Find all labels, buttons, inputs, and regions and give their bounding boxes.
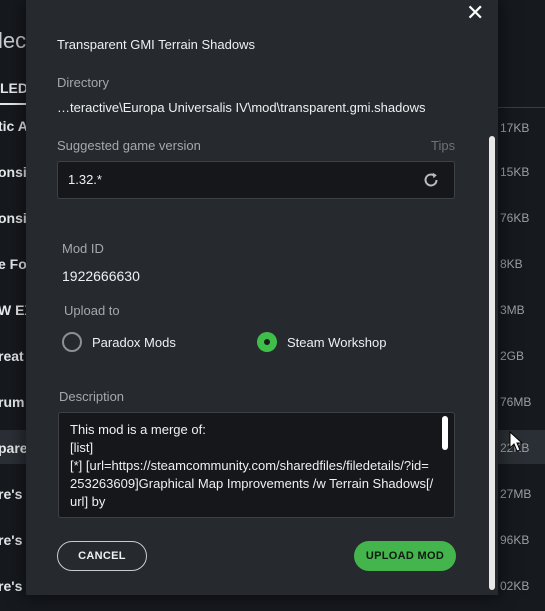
radio-paradox-mods-label[interactable]: Paradox Mods xyxy=(92,335,176,350)
background-row-name[interactable]: tic A xyxy=(0,118,28,134)
directory-value: …teractive\Europa Universalis IV\mod\tra… xyxy=(57,100,426,115)
background-row-name[interactable]: re's xyxy=(0,578,22,594)
background-row-size: 8KB xyxy=(500,257,523,271)
description-scrollbar[interactable] xyxy=(442,416,448,450)
background-row-name[interactable]: reat xyxy=(0,348,24,364)
background-divider xyxy=(498,107,545,108)
radio-steam-workshop-label[interactable]: Steam Workshop xyxy=(287,335,386,350)
background-row-size: 17KB xyxy=(500,121,530,135)
radio-steam-workshop[interactable] xyxy=(257,332,277,352)
reset-icon[interactable] xyxy=(421,170,441,190)
background-row-size: 96KB xyxy=(500,533,530,547)
background-row-name[interactable]: pare xyxy=(0,440,28,456)
radio-paradox-mods[interactable] xyxy=(62,332,82,352)
background-row-name[interactable]: re's xyxy=(0,486,22,502)
upload-to-label: Upload to xyxy=(64,303,120,318)
background-row-name[interactable]: e Fo xyxy=(0,256,27,272)
directory-label: Directory xyxy=(57,75,110,90)
background-column-header[interactable]: LED xyxy=(0,80,28,96)
mod-id-value: 1922666630 xyxy=(62,268,140,284)
background-page-title: lec xyxy=(0,28,27,53)
mod-id-label: Mod ID xyxy=(62,241,104,256)
tips-link[interactable]: Tips xyxy=(431,138,455,153)
mod-name: Transparent GMI Terrain Shadows xyxy=(57,37,255,52)
background-row-size: 3MB xyxy=(500,303,525,317)
background-row-size: 2GB xyxy=(500,349,525,363)
cancel-button[interactable]: CANCEL xyxy=(57,541,147,571)
background-row-size: 02KB xyxy=(500,579,530,593)
background-row-size: 76KB xyxy=(500,211,530,225)
upload-mod-button[interactable]: UPLOAD MOD xyxy=(354,541,456,571)
background-row-name[interactable]: re's xyxy=(0,532,22,548)
dialog-scrollbar[interactable] xyxy=(489,136,495,590)
close-icon[interactable]: ✕ xyxy=(466,2,484,24)
description-textarea[interactable]: This mod is a merge of: [list] [*] [url=… xyxy=(58,412,455,518)
background-row-size: 27MB xyxy=(500,487,532,501)
game-version-input[interactable]: 1.32.* xyxy=(57,161,455,199)
background-row-name[interactable]: rum xyxy=(0,394,24,410)
description-label: Description xyxy=(59,389,125,404)
mouse-cursor-icon xyxy=(509,431,523,452)
background-row-size: 76MB xyxy=(500,395,532,409)
background-row-size: 15KB xyxy=(500,165,530,179)
game-version-label: Suggested game version xyxy=(57,138,201,153)
background-column-underline xyxy=(0,103,26,105)
